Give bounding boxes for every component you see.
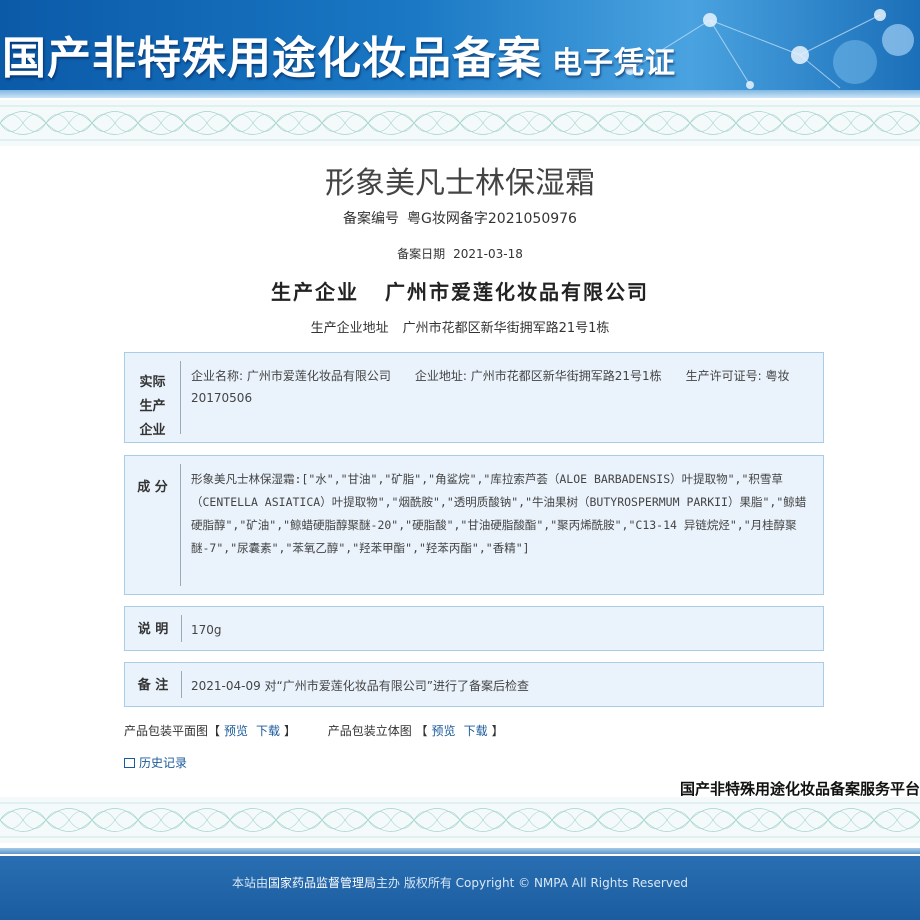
producer-address-label: 生产企业地址: [310, 321, 389, 336]
producer-value: 广州市爱莲化妆品有限公司: [385, 280, 649, 304]
description-text: 170g: [191, 623, 222, 637]
filing-number: 备案编号 粤G妆网备字2021050976: [0, 208, 920, 228]
actual-producer-panel: 实际 生产 企业 企业名称: 广州市爱莲化妆品有限公司 企业地址: 广州市花都区…: [124, 352, 824, 443]
footer: 本站由国家药品监督管理局主办 版权所有 Copyright © NMPA All…: [0, 856, 920, 920]
remarks-heading: 备 注: [125, 671, 182, 698]
producer-address: 生产企业地址 广州市花都区新华街拥军路21号1栋: [0, 317, 920, 336]
filing-date-value: 2021-03-18: [453, 247, 523, 261]
description-panel: 说 明 170g: [124, 606, 824, 651]
filing-date: 备案日期 2021-03-18: [0, 245, 920, 262]
filing-number-value: 粤G妆网备字2021050976: [407, 211, 577, 227]
footer-divider: [0, 848, 920, 854]
actual-producer-text: 企业名称: 广州市爱莲化妆品有限公司 企业地址: 广州市花都区新华街拥军路21号…: [191, 369, 790, 405]
ingredients-text: 形象美凡士林保湿霜:["水","甘油","矿脂","角鲨烷","库拉索芦荟（AL…: [191, 472, 807, 555]
banner-divider: [0, 90, 920, 98]
platform-label: 国产非特殊用途化妆品备案服务平台: [679, 780, 920, 798]
flat-image-download-link[interactable]: 下载: [256, 724, 280, 738]
producer: 生产企业 广州市爱莲化妆品有限公司: [0, 276, 920, 305]
guilloche-border-bottom: [0, 797, 920, 843]
filing-date-label: 备案日期: [397, 247, 446, 261]
filing-number-label: 备案编号: [343, 211, 400, 227]
producer-address-value: 广州市花都区新华街拥军路21号1栋: [402, 321, 610, 336]
stereo-image-preview-link[interactable]: 预览: [432, 724, 456, 738]
ingredients-heading: 成 分: [125, 464, 181, 586]
banner-title: 国产非特殊用途化妆品备案 电子凭证: [2, 33, 676, 84]
history-window-icon: [124, 758, 135, 768]
ingredients-panel: 成 分 形象美凡士林保湿霜:["水","甘油","矿脂","角鲨烷","库拉索芦…: [124, 455, 824, 595]
header-banner: 国产非特殊用途化妆品备案 电子凭证: [0, 0, 920, 90]
product-name: 形象美凡士林保湿霜: [325, 166, 595, 201]
package-images: 产品包装平面图【 预览 下载】 产品包装立体图 【预览 下载】: [124, 724, 504, 738]
footer-text: 本站由国家药品监督管理局主办 版权所有 Copyright © NMPA All…: [232, 876, 688, 890]
remarks-panel: 备 注 2021-04-09 对“广州市爱莲化妆品有限公司”进行了备案后检查: [124, 662, 824, 707]
stereo-image-download-link[interactable]: 下载: [464, 724, 488, 738]
banner-subtitle: 电子凭证: [552, 46, 676, 81]
flat-image-preview-link[interactable]: 预览: [224, 724, 248, 738]
producer-label: 生产企业: [271, 280, 359, 304]
stereo-image-label: 产品包装立体图 【: [327, 724, 428, 738]
footer-org-link[interactable]: 国家药品监督管理局: [268, 876, 376, 890]
description-heading: 说 明: [125, 615, 182, 642]
actual-producer-heading: 实际 生产 企业: [125, 361, 181, 438]
flat-image-label: 产品包装平面图【: [124, 724, 221, 738]
guilloche-border-top: [0, 100, 920, 146]
remarks-text: 2021-04-09 对“广州市爱莲化妆品有限公司”进行了备案后检查: [191, 679, 529, 693]
history-link[interactable]: 历史记录: [124, 754, 187, 771]
history-link-label[interactable]: 历史记录: [139, 756, 187, 770]
